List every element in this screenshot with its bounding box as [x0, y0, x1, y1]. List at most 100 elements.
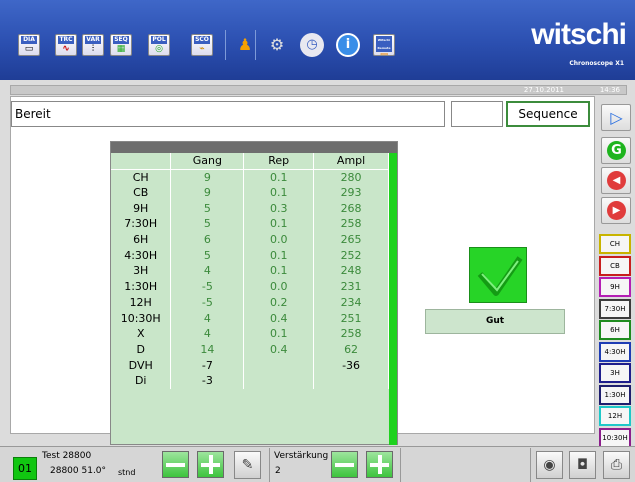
gain-minus-button[interactable] — [331, 451, 358, 478]
date-label: 27.10.2011 — [523, 86, 564, 94]
results-table: Gang Rep Ampl CH 9 0.1 280 CB 9 0.1 293 9H 5 0.3 26… — [110, 141, 398, 445]
time-label: 14:36 — [599, 86, 620, 94]
sco-icon: ⌁ — [199, 44, 205, 54]
position-button[interactable]: 10:30H — [599, 427, 631, 448]
print-button[interactable]: ⎙ — [603, 451, 630, 479]
bottom-separator — [269, 448, 270, 482]
rep-cell: 0.1 — [243, 184, 315, 201]
ampl-cell: 268 — [313, 200, 389, 217]
trc-button[interactable]: TRC ∿ — [55, 34, 77, 56]
result-label: Gut — [425, 309, 565, 334]
row-label: CB — [111, 184, 172, 201]
table-row: 10:30H 4 0.4 251 — [111, 310, 389, 326]
pol-icon: ◎ — [155, 44, 163, 54]
rep-cell: 0.3 — [243, 200, 315, 217]
gang-cell: 5 — [170, 247, 245, 264]
gain-plus-button[interactable] — [366, 451, 393, 478]
plus-button[interactable] — [197, 451, 224, 478]
position-button[interactable]: CB — [599, 255, 631, 276]
rep-cell — [243, 372, 315, 389]
row-label: 12H — [111, 294, 172, 311]
position-button[interactable]: 1:30H — [599, 384, 631, 405]
rep-cell — [243, 357, 315, 373]
table-row: X 4 0.1 258 — [111, 325, 389, 342]
forward-arrow-icon: ▶ — [607, 201, 626, 220]
seq-button[interactable]: SEQ ▦ — [110, 34, 132, 56]
play-button[interactable]: ▷ — [601, 104, 631, 131]
rep-cell: 0.1 — [243, 247, 315, 264]
position-button[interactable]: 12H — [599, 406, 631, 426]
info-icon[interactable]: i — [336, 33, 360, 57]
row-label: 3H — [111, 263, 172, 279]
position-button[interactable]: 6H — [599, 320, 631, 340]
result-indicator — [469, 247, 527, 303]
table-status-bar — [389, 153, 397, 445]
dia-button[interactable]: DIA ▭ — [18, 34, 40, 56]
microphone-icon: ◉ — [543, 457, 556, 473]
ampl-cell: 265 — [313, 231, 389, 248]
gain-value: 2 — [275, 466, 281, 476]
seq-icon: ▦ — [116, 44, 126, 54]
forward-button[interactable]: ▶ — [601, 197, 631, 224]
table-row: Di -3 — [111, 372, 389, 389]
position-button[interactable]: 4:30H — [599, 341, 631, 362]
users-icon[interactable]: ♟ — [233, 33, 257, 57]
pol-button[interactable]: POL ◎ — [148, 34, 170, 56]
gang-cell: 9 — [170, 169, 245, 185]
minus-button[interactable] — [162, 451, 189, 478]
ampl-cell: 234 — [313, 294, 389, 311]
row-label: 1:30H — [111, 278, 172, 295]
toolbar-separator — [255, 30, 256, 60]
gang-cell: 5 — [170, 200, 245, 217]
rep-cell: 0.1 — [243, 169, 315, 185]
column-header-rep: Rep — [243, 153, 315, 170]
table-header-row: Gang Rep Ampl — [111, 153, 389, 170]
remote-icon: ▤ — [374, 52, 394, 55]
camera-icon: ◘ — [576, 457, 589, 473]
remote-button[interactable]: Witschi Remote▤ — [373, 34, 395, 56]
row-label: 9H — [111, 200, 172, 217]
rep-cell: 0.4 — [243, 310, 315, 326]
sequence-button[interactable]: Sequence — [506, 101, 590, 127]
row-label: 4:30H — [111, 247, 172, 264]
table-row: 9H 5 0.3 268 — [111, 200, 389, 217]
program-number[interactable]: 01 — [13, 457, 37, 480]
wrench-icon: ✎ — [241, 457, 254, 473]
ampl-cell: 62 — [313, 341, 389, 358]
tool-button[interactable]: ✎ — [234, 451, 261, 479]
sco-button[interactable]: SCO ⌁ — [191, 34, 213, 56]
rep-cell: 0.2 — [243, 294, 315, 311]
ampl-cell — [313, 372, 389, 389]
rep-cell: 0.0 — [243, 278, 315, 295]
ampl-cell: 231 — [313, 278, 389, 295]
rep-cell: 0.0 — [243, 231, 315, 248]
date-time-bar: 27.10.2011 14:36 — [10, 85, 627, 95]
rep-cell: 0.4 — [243, 341, 315, 358]
rep-cell: 0.1 — [243, 325, 315, 342]
ampl-cell: 258 — [313, 216, 389, 232]
go-button[interactable]: G — [601, 137, 631, 164]
back-button[interactable]: ◀ — [601, 167, 631, 194]
dia-icon: ▭ — [24, 44, 34, 54]
results-grid: Gang Rep Ampl CH 9 0.1 280 CB 9 0.1 293 9H 5 0.3 26… — [111, 153, 389, 389]
go-icon: G — [607, 141, 626, 160]
position-button[interactable]: CH — [599, 234, 631, 254]
position-button[interactable]: 7:30H — [599, 298, 631, 319]
row-label: 6H — [111, 231, 172, 248]
var-icon: ⫶ — [91, 44, 95, 54]
minus-icon — [335, 463, 354, 467]
position-button[interactable]: 9H — [599, 277, 631, 297]
gang-cell: 4 — [170, 263, 245, 279]
gain-label: Verstärkung — [274, 451, 329, 461]
gang-cell: 6 — [170, 231, 245, 248]
minus-icon — [166, 463, 185, 467]
table-row: 4:30H 5 0.1 252 — [111, 247, 389, 264]
position-button[interactable]: 3H — [599, 363, 631, 383]
status-field: Bereit — [11, 101, 445, 127]
camera-button[interactable]: ◘ — [569, 451, 596, 479]
gear-icon[interactable]: ⚙ — [265, 33, 289, 57]
clock-icon[interactable]: ◷ — [300, 33, 324, 57]
microphone-button[interactable]: ◉ — [536, 451, 563, 479]
test-name: Test 28800 — [42, 451, 92, 461]
var-button[interactable]: VAR ⫶ — [82, 34, 104, 56]
